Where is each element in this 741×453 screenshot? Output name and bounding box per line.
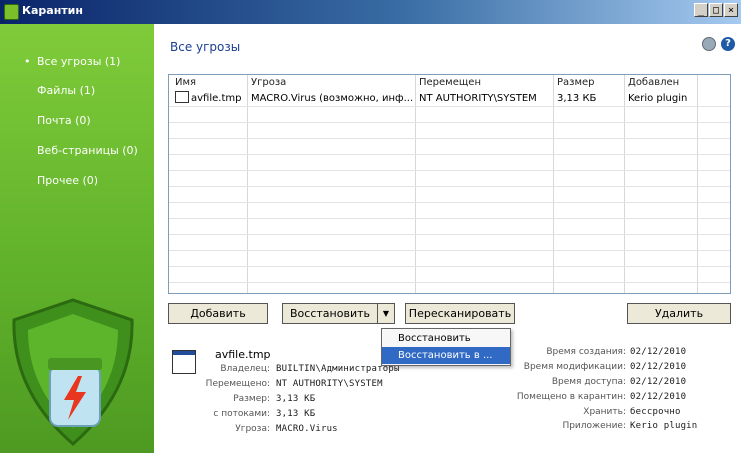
- cell-threat: MACRO.Virus (возможно, инф...: [251, 93, 414, 104]
- maximize-button[interactable]: □: [709, 3, 723, 17]
- owner-label: Владелец:: [220, 364, 270, 374]
- sidebar: Все угрозы (1) Файлы (1) Почта (0) Веб-с…: [0, 24, 154, 453]
- file-icon: [175, 91, 189, 103]
- threats-table: Имя Угроза Перемещен Размер Добавлен avf…: [168, 74, 731, 294]
- restore-menu: Восстановить Восстановить в ...: [381, 328, 511, 366]
- restore-dropdown-arrow-icon[interactable]: ▼: [377, 303, 395, 324]
- menu-item-restore[interactable]: Восстановить: [382, 330, 510, 347]
- sidebar-item-files[interactable]: Файлы (1): [37, 84, 95, 97]
- keep-value: бессрочно: [630, 407, 681, 417]
- cell-size: 3,13 КБ: [557, 93, 597, 104]
- details-file-name: avfile.tmp: [215, 348, 271, 361]
- created-value: 02/12/2010: [630, 347, 687, 357]
- app-icon: [4, 4, 19, 20]
- add-button[interactable]: Добавить: [168, 303, 268, 324]
- page-title: Все угрозы: [170, 40, 241, 54]
- accessed-label: Время доступа:: [551, 377, 626, 387]
- threat-label: Угроза:: [235, 424, 270, 434]
- column-header-size[interactable]: Размер: [557, 77, 595, 88]
- sidebar-item-other[interactable]: Прочее (0): [37, 174, 98, 187]
- threat-value: MACRO.Virus: [276, 424, 338, 434]
- column-header-moved[interactable]: Перемещен: [419, 77, 481, 88]
- application-label: Приложение:: [562, 421, 626, 431]
- modified-label: Время модификации:: [523, 362, 626, 372]
- dr-web-shield-logo: [12, 298, 134, 446]
- quarantined-value: 02/12/2010: [630, 392, 687, 402]
- keep-label: Хранить:: [583, 407, 626, 417]
- size-label: Размер:: [233, 394, 270, 404]
- settings-gear-icon[interactable]: [702, 37, 716, 51]
- close-button[interactable]: ×: [724, 3, 738, 17]
- delete-button[interactable]: Удалить: [627, 303, 731, 324]
- moved-label: Перемещено:: [205, 379, 270, 389]
- cell-name: avfile.tmp: [191, 93, 242, 104]
- window-title: Карантин: [22, 4, 83, 17]
- owner-value: BUILTIN\Администраторы: [276, 364, 400, 374]
- accessed-value: 02/12/2010: [630, 377, 687, 387]
- with-streams-label: с потоками:: [213, 409, 270, 419]
- column-header-name[interactable]: Имя: [175, 77, 196, 88]
- cell-added: Kerio plugin: [628, 93, 688, 104]
- column-header-added[interactable]: Добавлен: [628, 77, 679, 88]
- minimize-button[interactable]: _: [694, 3, 708, 17]
- sidebar-item-mail[interactable]: Почта (0): [37, 114, 91, 127]
- column-header-threat[interactable]: Угроза: [251, 77, 286, 88]
- created-label: Время создания:: [546, 347, 626, 357]
- window-title-bar[interactable]: Карантин _ □ ×: [0, 0, 741, 24]
- with-streams-value: 3,13 КБ: [276, 409, 316, 419]
- moved-value: NT AUTHORITY\SYSTEM: [276, 379, 383, 389]
- menu-item-restore-to[interactable]: Восстановить в ...: [382, 347, 510, 364]
- restore-button[interactable]: Восстановить: [282, 303, 378, 324]
- quarantined-label: Помещено в карантин:: [516, 392, 626, 402]
- application-value: Kerio plugin: [630, 421, 698, 431]
- sidebar-item-web-pages[interactable]: Веб-страницы (0): [37, 144, 138, 157]
- cell-moved: NT AUTHORITY\SYSTEM: [419, 93, 537, 104]
- modified-value: 02/12/2010: [630, 362, 687, 372]
- sidebar-item-all-threats[interactable]: Все угрозы (1): [24, 55, 121, 68]
- size-value: 3,13 КБ: [276, 394, 316, 404]
- rescan-button[interactable]: Пересканировать: [405, 303, 515, 324]
- help-icon[interactable]: ?: [721, 37, 735, 51]
